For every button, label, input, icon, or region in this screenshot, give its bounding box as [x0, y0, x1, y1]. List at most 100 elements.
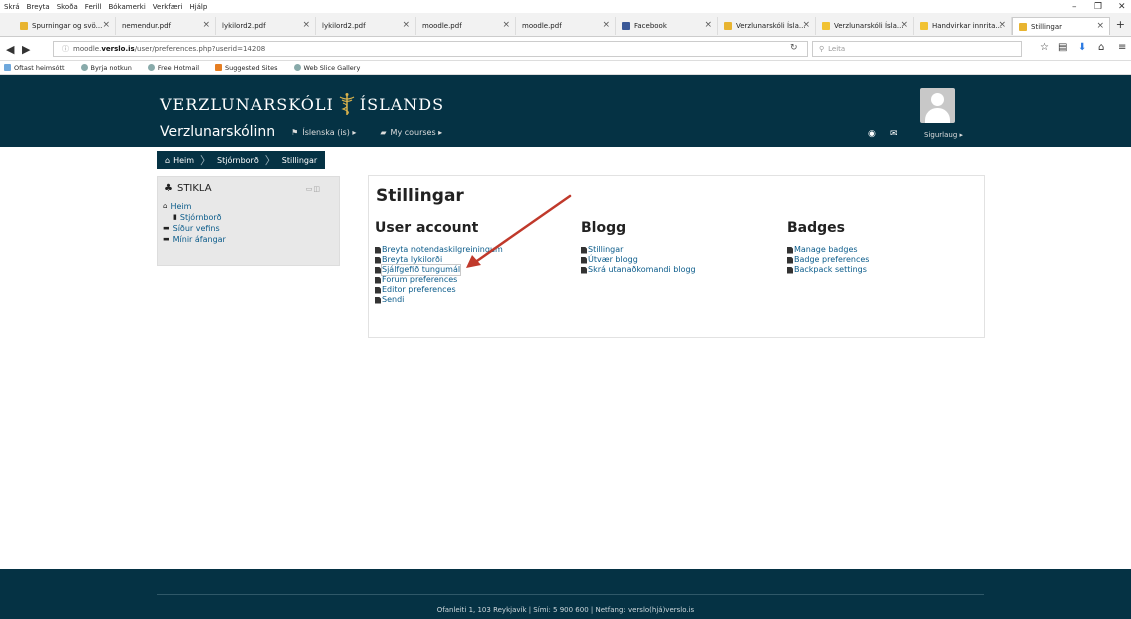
browser-tab[interactable]: Facebook ×	[616, 17, 718, 35]
browser-tab[interactable]: moodle.pdf ×	[516, 17, 616, 35]
close-icon[interactable]: ×	[502, 20, 510, 30]
link-messaging[interactable]: Sendi	[375, 295, 503, 305]
link-blog-settings[interactable]: Stillingar	[581, 245, 696, 255]
menu-help[interactable]: Hjálp	[189, 3, 207, 11]
breadcrumb-dashboard[interactable]: Stjórnborð	[217, 156, 259, 165]
bookmark-item[interactable]: Suggested Sites	[215, 64, 286, 72]
close-icon[interactable]: ×	[704, 20, 712, 30]
link-external-blogs[interactable]: Útvær blogg	[581, 255, 696, 265]
maximize-button[interactable]: ❐	[1094, 2, 1102, 12]
site-header: VERZLUNARSKÓLI ÍSLANDS Verzlunarskólinn …	[0, 75, 1131, 147]
link-change-password[interactable]: Breyta lykilorði	[375, 255, 503, 265]
facebook-icon	[622, 22, 630, 30]
notification-icon[interactable]: ◉	[868, 129, 876, 139]
bookmark-item[interactable]: Byrja notkun	[80, 64, 140, 72]
close-icon[interactable]: ×	[602, 20, 610, 30]
menu-view[interactable]: Skoða	[57, 3, 78, 11]
language-menu[interactable]: ⚑ Íslenska (is) ▸	[291, 128, 356, 137]
link-forum-preferences[interactable]: Forum preferences	[375, 275, 503, 285]
bookmarks-bar: Oftast heimsótt Byrja notkun Free Hotmai…	[0, 61, 1131, 75]
link-edit-profile[interactable]: Breyta notendaskilgreiningum	[375, 245, 503, 255]
minimize-button[interactable]: –	[1072, 2, 1077, 12]
link-backpack-settings[interactable]: Backpack settings	[787, 265, 869, 275]
avatar[interactable]	[920, 88, 955, 123]
file-icon	[375, 266, 381, 274]
my-courses-label: My courses ▸	[390, 127, 443, 137]
link-editor-preferences[interactable]: Editor preferences	[375, 285, 503, 295]
menu-edit[interactable]: Breyta	[27, 3, 50, 11]
bookmark-item[interactable]: Oftast heimsótt	[4, 64, 73, 72]
close-icon[interactable]: ×	[900, 20, 908, 30]
tab-bar: Spurningar og svö... × nemendur.pdf × lyki…	[0, 13, 1131, 37]
flag-icon: ⚑	[291, 127, 299, 137]
link-register-external-blog[interactable]: Skrá utanaðkomandi blogg	[581, 265, 696, 275]
info-icon[interactable]: ⓘ	[62, 44, 69, 54]
bookmark-item[interactable]: Free Hotmail	[147, 63, 207, 72]
close-icon[interactable]: ×	[202, 20, 210, 30]
url-bar[interactable]: ⓘ moodle. verslo.is/user/preferences.php?…	[53, 41, 808, 57]
search-input[interactable]: ⚲ Leita	[812, 41, 1022, 57]
caduceus-logo-icon	[339, 93, 355, 115]
browser-tab[interactable]: moodle.pdf ×	[416, 17, 516, 35]
home-icon[interactable]: ⌂	[1098, 42, 1104, 53]
download-icon[interactable]: ⬇	[1078, 42, 1086, 53]
link-label: Breyta notendaskilgreiningum	[382, 245, 503, 254]
close-icon[interactable]: ×	[302, 20, 310, 30]
browser-tab[interactable]: Handvirkar innrita... ×	[914, 17, 1012, 35]
nav-item-dashboard[interactable]: ▮ Stjórnborð	[173, 212, 226, 223]
site-logo[interactable]: VERZLUNARSKÓLI ÍSLANDS	[160, 92, 444, 116]
block-controls-icon[interactable]: ▭◫	[306, 185, 321, 193]
clipboard-icon[interactable]: ▤	[1058, 42, 1067, 53]
home-icon[interactable]: ⌂	[165, 156, 170, 165]
footer-divider	[157, 594, 984, 595]
menu-history[interactable]: Ferill	[85, 3, 102, 11]
close-icon[interactable]: ×	[102, 20, 110, 30]
menu-icon[interactable]: ≡	[1118, 42, 1126, 53]
menu-file[interactable]: Skrá	[4, 3, 20, 11]
browser-tab[interactable]: nemendur.pdf ×	[116, 17, 216, 35]
messages-icon[interactable]: ✉	[890, 129, 898, 139]
reload-icon[interactable]: ↻	[790, 43, 798, 53]
forward-arrow-icon[interactable]: ▶	[22, 43, 30, 56]
link-badge-preferences[interactable]: Badge preferences	[787, 255, 869, 265]
breadcrumb-home[interactable]: Heim	[173, 156, 194, 165]
menu-bookmarks[interactable]: Bókamerki	[108, 3, 145, 11]
folder-icon: ▬	[163, 235, 170, 243]
site-name-link[interactable]: Verzlunarskólinn	[160, 124, 275, 140]
link-preferred-language[interactable]: Sjálfgefið tungumál	[375, 264, 503, 276]
star-icon[interactable]: ☆	[1040, 42, 1049, 53]
menu-tools[interactable]: Verkfæri	[153, 3, 183, 11]
close-icon[interactable]: ×	[1096, 21, 1104, 31]
new-tab-button[interactable]: +	[1116, 18, 1125, 31]
close-icon[interactable]: ×	[802, 20, 810, 30]
nav-item-label: Síður vefins	[172, 224, 220, 233]
browser-tab[interactable]: Verzlunarskóli Ísla... ×	[718, 17, 816, 35]
bookmark-item[interactable]: Web Slice Gallery	[293, 63, 369, 72]
close-icon[interactable]: ×	[402, 20, 410, 30]
nav-tree: ⌂ Heim ▮ Stjórnborð ▬ Síður vefins ▬ Mínir á…	[163, 201, 226, 245]
browser-tab-active[interactable]: Stillingar ×	[1012, 17, 1110, 35]
browser-tab[interactable]: lykilord2.pdf ×	[216, 17, 316, 35]
bookmark-label: Web Slice Gallery	[303, 63, 361, 72]
my-courses-menu[interactable]: ▰ My courses ▸	[380, 128, 442, 137]
nav-item-site-pages[interactable]: ▬ Síður vefins	[163, 223, 226, 234]
close-window-button[interactable]: ✕	[1118, 2, 1126, 12]
tab-label: Verzlunarskóli Ísla...	[834, 22, 904, 30]
browser-tab[interactable]: Verzlunarskóli Ísla... ×	[816, 17, 914, 35]
browser-tab[interactable]: lykilord2.pdf ×	[316, 17, 416, 35]
close-icon[interactable]: ×	[998, 20, 1006, 30]
block-title: ♣ STIKLA	[164, 183, 212, 194]
browser-tab[interactable]: Spurningar og svö... ×	[14, 17, 116, 35]
back-arrow-icon[interactable]: ◀	[6, 43, 14, 56]
user-menu[interactable]: Sigurlaug ▸	[924, 131, 963, 139]
url-domain: verslo.is	[101, 45, 135, 53]
link-manage-badges[interactable]: Manage badges	[787, 245, 869, 255]
tab-favicon-icon	[822, 22, 830, 30]
file-icon	[375, 276, 381, 284]
nav-item-my-courses[interactable]: ▬ Mínir áfangar	[163, 234, 226, 245]
breadcrumb-current: Stillingar	[281, 155, 318, 165]
folder-icon: ▬	[163, 224, 170, 232]
bookmark-label: Free Hotmail	[157, 63, 200, 72]
nav-item-home[interactable]: ⌂ Heim	[163, 201, 226, 212]
file-icon	[581, 256, 587, 264]
